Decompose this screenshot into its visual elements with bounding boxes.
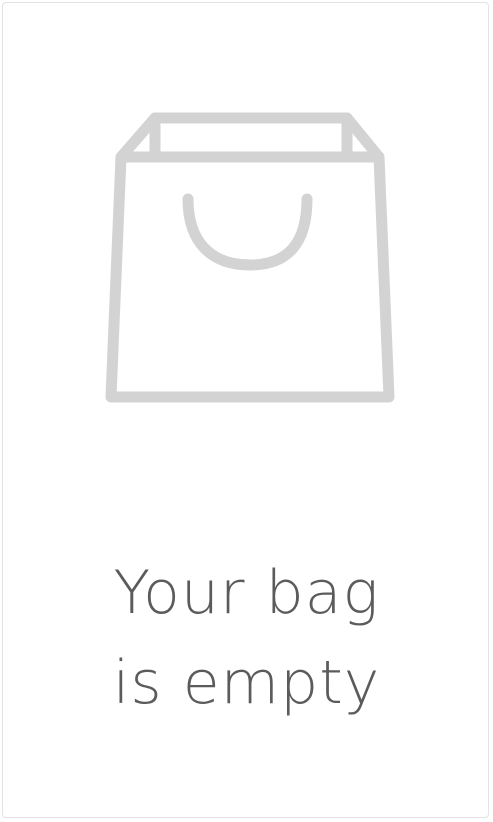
empty-message-line-2: is empty — [112, 648, 381, 718]
empty-bag-message: Your bag is empty — [0, 548, 493, 728]
shopping-bag-icon — [100, 105, 400, 415]
empty-message-line-1: Your bag — [113, 558, 380, 628]
